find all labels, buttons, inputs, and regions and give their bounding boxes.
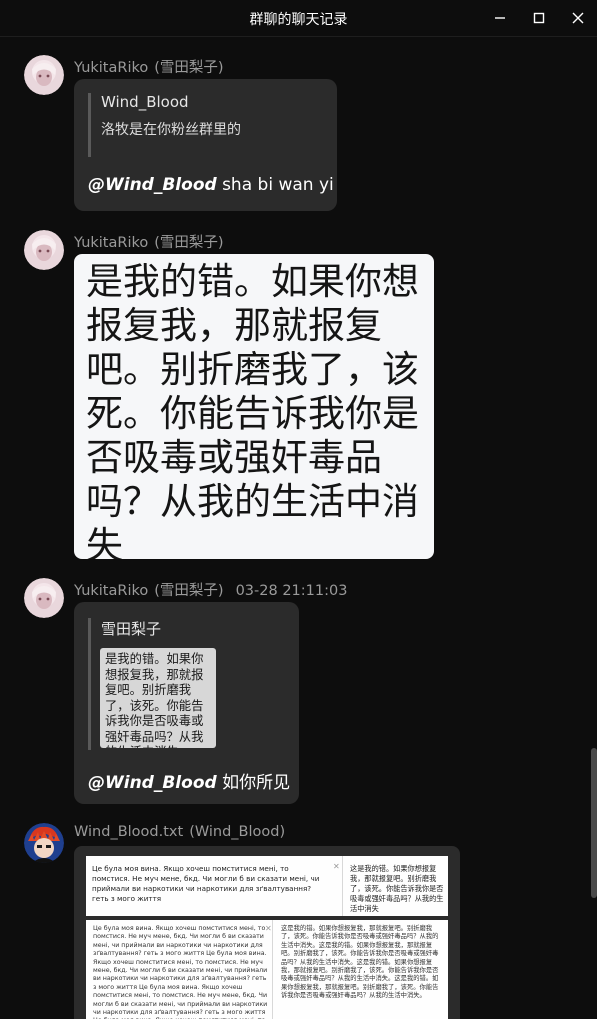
quoted-image[interactable]: 是我的错。如果你想报复我，那就报复吧。别折磨我了，该死。你能告诉我你是否吸毒或强… <box>100 648 216 748</box>
avatar[interactable] <box>24 55 64 95</box>
avatar[interactable] <box>24 578 64 618</box>
sender-name: Wind_Blood.txt (Wind_Blood) <box>74 824 286 840</box>
document-text: Це була моя вина. Якщо хочеш помститися … <box>92 864 320 903</box>
sender-name: YukitaRiko (雪田梨子) <box>74 60 224 76</box>
quoted-author: Wind_Blood <box>101 93 189 111</box>
message-bubble[interactable]: Wind_Blood 洛牧是在你粉丝群里的 @Wind_Blood sha bi… <box>74 79 337 211</box>
document-text: 这是我的错。如果你想报复我，那就报复吧。别折磨我了，该死。你能告诉我你是否吸毒或… <box>350 864 444 913</box>
document-message[interactable]: Це була моя вина. Якщо хочеш помститися … <box>74 846 460 1019</box>
document-text: 这是我的错。如果你想报复我，那就报复吧。别折磨我了，该死。你能告诉我你是否吸毒或… <box>281 925 439 1000</box>
close-icon: ✕ <box>265 924 272 933</box>
maximize-icon[interactable] <box>527 6 551 30</box>
quoted-image-text: 是我的错。如果你想报复我，那就报复吧。别折磨我了，该死。你能告诉我你是否吸毒或强… <box>105 652 204 748</box>
document-preview-bottom: Це була моя вина. Якщо хочеш помститися … <box>86 920 448 1019</box>
message-time: 03-28 21:11:03 <box>235 583 348 599</box>
sender-name: YukitaRiko (雪田梨子) <box>74 235 224 251</box>
message-bubble[interactable]: 雪田梨子 是我的错。如果你想报复我，那就报复吧。别折磨我了，该死。你能告诉我你是… <box>74 602 299 804</box>
close-icon: ✕ <box>333 862 340 871</box>
close-icon[interactable] <box>566 6 590 30</box>
scrollbar-thumb[interactable] <box>591 748 597 898</box>
message-text: @Wind_Blood sha bi wan yi <box>88 175 334 195</box>
avatar[interactable] <box>24 823 64 863</box>
mention[interactable]: @Wind_Blood <box>88 175 217 195</box>
title-bar: 群聊的聊天记录 <box>0 0 597 37</box>
quoted-text: 洛牧是在你粉丝群里的 <box>101 122 241 138</box>
quoted-message[interactable]: Wind_Blood 洛牧是在你粉丝群里的 <box>88 93 241 157</box>
document-preview-top: Це була моя вина. Якщо хочеш помститися … <box>86 856 448 916</box>
mention[interactable]: @Wind_Blood <box>88 773 217 793</box>
minimize-icon[interactable] <box>488 6 512 30</box>
image-message[interactable]: 是我的错。如果你想报复我，那就报复吧。别折磨我了，该死。你能告诉我你是否吸毒或强… <box>74 254 434 559</box>
document-text: Це була моя вина. Якщо хочеш помститися … <box>93 925 268 1019</box>
quoted-author: 雪田梨子 <box>101 620 162 638</box>
image-text: 是我的错。如果你想报复我，那就报复吧。别折磨我了，该死。你能告诉我你是否吸毒或强… <box>86 260 419 559</box>
scrollbar[interactable] <box>591 36 597 1019</box>
sender-name: YukitaRiko (雪田梨子) 03-28 21:11:03 <box>74 583 348 599</box>
avatar[interactable] <box>24 230 64 270</box>
message-text: @Wind_Blood 如你所见 <box>88 773 291 793</box>
